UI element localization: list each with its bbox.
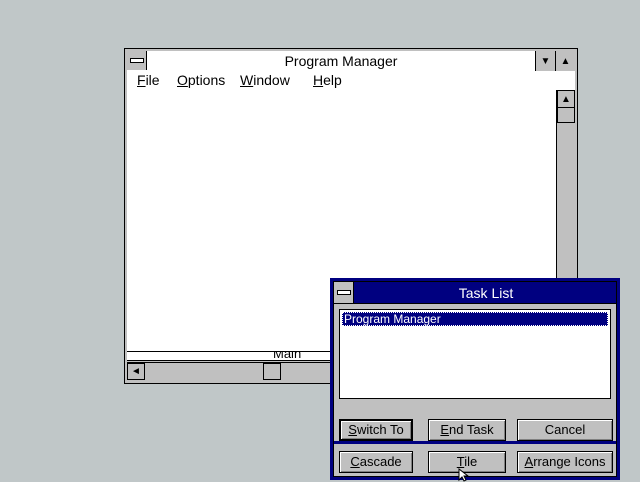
horizontal-scroll-thumb[interactable]	[263, 363, 281, 380]
list-item[interactable]: Program Manager	[342, 312, 608, 326]
system-menu-icon[interactable]	[127, 51, 147, 70]
left-arrow-icon: ◄	[131, 366, 141, 377]
down-triangle-icon: ▼	[540, 55, 551, 67]
menu-help-label: elp	[323, 72, 342, 88]
task-list-title: Task List	[458, 285, 514, 301]
minimize-button[interactable]: ▼	[535, 51, 555, 71]
task-list-frame: Task List Program Manager Switch To End …	[333, 281, 617, 477]
vertical-scroll-thumb[interactable]	[557, 107, 575, 123]
menu-file-accel: F	[137, 72, 146, 88]
button-row-separator	[334, 441, 616, 444]
cancel-button[interactable]: Cancel	[517, 419, 613, 441]
menu-bar: File Options Window Help	[127, 71, 575, 91]
cascade-label: ascade	[359, 454, 402, 469]
menu-options-label: ptions	[187, 72, 226, 88]
menu-window-label: indow	[253, 72, 290, 88]
menu-file-label: ile	[145, 72, 160, 88]
maximize-button[interactable]: ▲	[555, 51, 575, 71]
arrange-icons-label: rrange Icons	[533, 454, 606, 469]
end-task-accel: E	[440, 422, 450, 437]
cancel-label: Cancel	[544, 422, 586, 437]
arrange-icons-button[interactable]: Arrange Icons	[517, 451, 613, 473]
scroll-left-button[interactable]: ◄	[127, 363, 145, 380]
task-list-titlebar[interactable]: Task List	[334, 282, 616, 304]
up-triangle-icon: ▲	[560, 55, 571, 67]
menu-window[interactable]: Window	[240, 72, 290, 88]
menu-file[interactable]: File	[137, 72, 160, 88]
menu-options[interactable]: Options	[177, 72, 225, 88]
minimized-group-label: Main	[273, 351, 302, 361]
menu-options-accel: O	[177, 72, 188, 88]
end-task-button[interactable]: End Task	[428, 419, 506, 441]
end-task-label: nd Task	[449, 422, 494, 437]
menu-help[interactable]: Help	[313, 72, 342, 88]
cascade-accel: C	[350, 454, 360, 469]
switch-to-label: witch To	[356, 422, 404, 437]
system-menu-bar-icon	[336, 290, 351, 295]
tile-label: ile	[464, 454, 478, 469]
up-arrow-icon: ▲	[561, 93, 571, 105]
menu-window-accel: W	[240, 72, 254, 88]
arrange-icons-accel: A	[524, 454, 534, 469]
program-manager-titlebar[interactable]: Program Manager ▼ ▲	[127, 51, 575, 73]
system-menu-bar-icon	[129, 58, 144, 63]
cascade-button[interactable]: Cascade	[339, 451, 413, 473]
task-list-system-menu-icon[interactable]	[334, 282, 354, 303]
window-title: Program Manager	[284, 53, 398, 69]
task-listbox[interactable]: Program Manager	[339, 309, 611, 399]
scroll-up-button[interactable]: ▲	[557, 90, 575, 108]
switch-to-accel: S	[348, 422, 357, 437]
switch-to-button[interactable]: Switch To	[339, 419, 413, 441]
menu-help-accel: H	[313, 72, 324, 88]
task-list-dialog: Task List Program Manager Switch To End …	[330, 278, 620, 480]
